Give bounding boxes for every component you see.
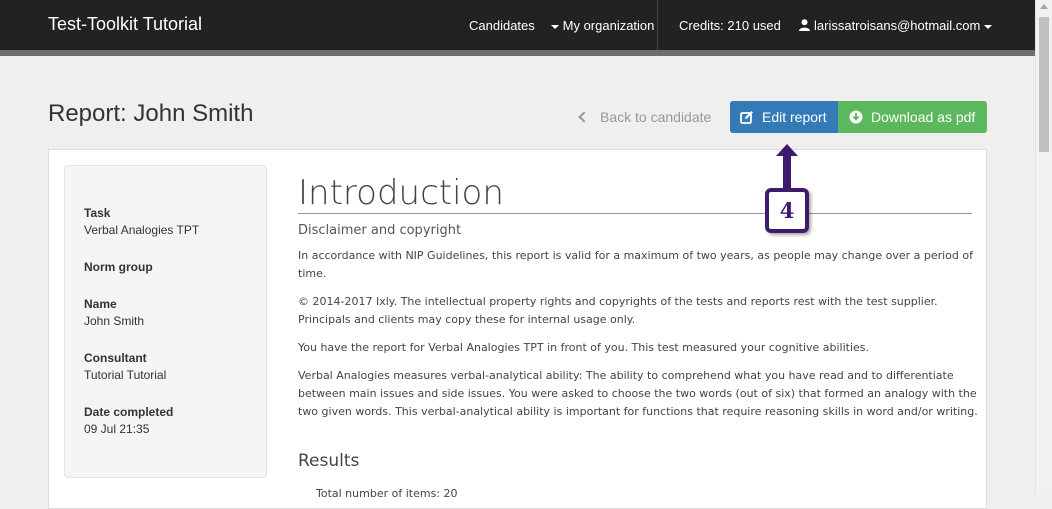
section-subtitle: Disclaimer and copyright xyxy=(298,223,462,238)
caret-down-icon xyxy=(551,24,559,29)
heading-divider xyxy=(298,213,972,214)
back-link-label: Back to candidate xyxy=(600,109,712,125)
name-label: Name xyxy=(84,297,117,311)
download-pdf-label: Download as pdf xyxy=(871,109,976,125)
caret-down-icon xyxy=(983,24,992,29)
task-value: Verbal Analogies TPT xyxy=(84,223,200,237)
task-label: Task xyxy=(84,206,111,220)
section-heading: Introduction xyxy=(298,173,504,213)
chevron-left-icon xyxy=(578,111,590,123)
scroll-up-arrow-icon[interactable] xyxy=(1040,4,1048,9)
nav-my-organization-label: My organization xyxy=(562,18,655,33)
brand-link[interactable]: Test-Toolkit Tutorial xyxy=(48,14,202,35)
paragraph-copyright: © 2014-2017 Ixly. The intellectual prope… xyxy=(298,295,938,326)
paragraph-description: Verbal Analogies measures verbal-analyti… xyxy=(298,369,978,418)
date-completed-label: Date completed xyxy=(84,405,174,419)
nav-my-organization[interactable]: My organization xyxy=(551,18,654,33)
name-value: John Smith xyxy=(84,314,145,328)
nav-divider xyxy=(657,0,658,50)
user-email: larissatroisans@hotmail.com xyxy=(814,18,981,33)
results-list-item: Total number of items: 20 xyxy=(316,487,458,500)
consultant-value: Tutorial Tutorial xyxy=(84,368,167,382)
callout-arrow-icon xyxy=(776,144,798,190)
user-menu[interactable]: larissatroisans@hotmail.com xyxy=(799,18,992,33)
nav-candidates[interactable]: Candidates xyxy=(469,18,535,33)
navbar-shadow-strip xyxy=(0,50,1035,56)
norm-group-label: Norm group xyxy=(84,260,153,274)
edit-report-label: Edit report xyxy=(762,109,827,125)
paragraph-test-info: You have the report for Verbal Analogies… xyxy=(298,341,870,354)
page-scrollbar[interactable] xyxy=(1035,0,1052,495)
download-icon xyxy=(849,110,863,124)
edit-icon xyxy=(740,111,753,124)
tutorial-step-badge: 4 xyxy=(765,188,809,233)
scroll-thumb[interactable] xyxy=(1039,17,1049,152)
credits-text: Credits: 210 used xyxy=(679,18,781,33)
page-title: Report: John Smith xyxy=(48,100,254,127)
date-completed-value: 09 Jul 21:35 xyxy=(84,422,150,436)
user-icon xyxy=(799,19,810,31)
edit-report-button[interactable]: Edit report xyxy=(730,101,838,133)
download-pdf-button[interactable]: Download as pdf xyxy=(838,101,987,133)
back-to-candidate-link[interactable]: Back to candidate xyxy=(578,109,712,125)
results-heading: Results xyxy=(298,451,360,471)
consultant-label: Consultant xyxy=(84,351,147,365)
top-navbar: Test-Toolkit Tutorial Candidates My orga… xyxy=(0,0,1035,50)
paragraph-validity: In accordance with NIP Guidelines, this … xyxy=(298,249,973,280)
